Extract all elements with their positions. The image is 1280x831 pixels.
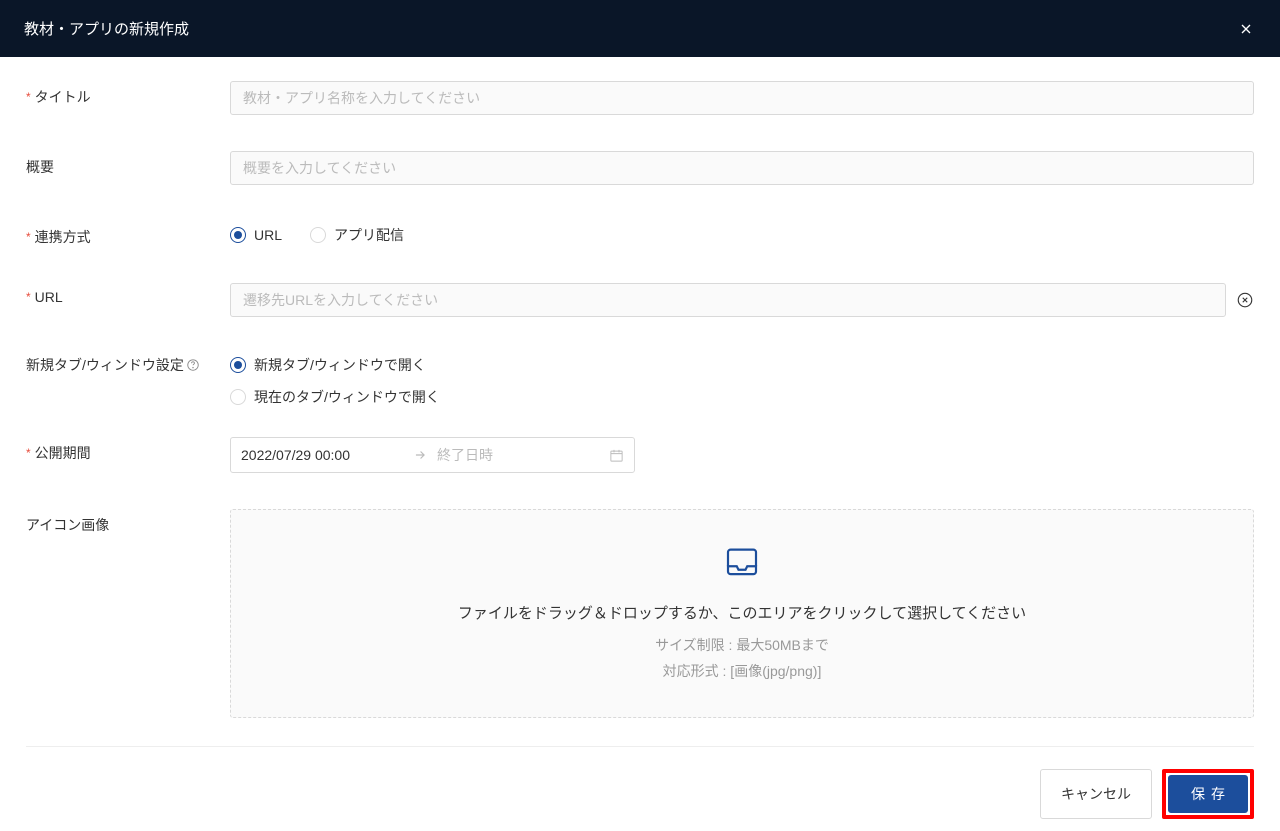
inbox-icon (251, 540, 1233, 582)
radio-icon (230, 227, 246, 243)
field-url-row: * URL (26, 283, 1254, 317)
field-tab-setting-row: 新規タブ/ウィンドウ設定 新規タブ/ウィンドウで開く 現在のタブ/ウィンドウで開… (26, 353, 1254, 407)
date-start-value: 2022/07/29 00:00 (241, 447, 403, 463)
field-period-control: 2022/07/29 00:00 終了日時 (230, 437, 1254, 473)
radio-icon (230, 389, 246, 405)
required-marker: * (26, 290, 31, 304)
radio-new-tab[interactable]: 新規タブ/ウィンドウで開く (230, 355, 1254, 375)
required-marker: * (26, 90, 31, 104)
date-range-picker[interactable]: 2022/07/29 00:00 終了日時 (230, 437, 635, 473)
radio-current-tab[interactable]: 現在のタブ/ウィンドウで開く (230, 387, 1254, 407)
arrow-right-icon (413, 448, 427, 462)
save-button-highlight: 保存 (1162, 769, 1254, 819)
label-text: タイトル (35, 87, 91, 107)
label-text: アイコン画像 (26, 515, 109, 535)
radio-icon (230, 357, 246, 373)
radio-label-text: アプリ配信 (334, 225, 404, 245)
field-icon-control: ファイルをドラッグ＆ドロップするか、このエリアをクリックして選択してください サ… (230, 509, 1254, 718)
cancel-button[interactable]: キャンセル (1040, 769, 1152, 819)
circle-x-icon (1236, 291, 1254, 309)
label-text: 概要 (26, 157, 54, 177)
url-input[interactable] (230, 283, 1226, 317)
radio-url[interactable]: URL (230, 225, 282, 245)
dropzone-main-text: ファイルをドラッグ＆ドロップするか、このエリアをクリックして選択してください (251, 602, 1233, 623)
label-text: 新規タブ/ウィンドウ設定 (26, 355, 184, 375)
dropzone-format-text: 対応形式 : [画像(jpg/png)] (251, 661, 1233, 681)
field-title-control (230, 81, 1254, 115)
field-url-label: * URL (26, 283, 230, 305)
calendar-icon (609, 448, 624, 463)
dropzone-size-text: サイズ制限 : 最大50MBまで (251, 635, 1233, 655)
field-title-row: * タイトル (26, 81, 1254, 115)
modal-header: 教材・アプリの新規作成 (0, 0, 1280, 57)
field-title-label: * タイトル (26, 81, 230, 107)
tab-setting-radio-group: 新規タブ/ウィンドウで開く 現在のタブ/ウィンドウで開く (230, 353, 1254, 407)
field-icon-label: アイコン画像 (26, 509, 230, 535)
clear-url-button[interactable] (1236, 291, 1254, 309)
date-end-placeholder: 終了日時 (437, 445, 599, 465)
field-icon-row: アイコン画像 ファイルをドラッグ＆ドロップするか、このエリアをクリックして選択し… (26, 509, 1254, 718)
field-link-method-label: * 連携方式 (26, 221, 230, 247)
radio-app[interactable]: アプリ配信 (310, 225, 404, 245)
field-overview-row: 概要 (26, 151, 1254, 185)
field-period-row: * 公開期間 2022/07/29 00:00 終了日時 (26, 437, 1254, 473)
close-icon (1238, 21, 1254, 37)
field-period-label: * 公開期間 (26, 437, 230, 463)
radio-label-text: 新規タブ/ウィンドウで開く (254, 355, 426, 375)
file-dropzone[interactable]: ファイルをドラッグ＆ドロップするか、このエリアをクリックして選択してください サ… (230, 509, 1254, 718)
required-marker: * (26, 446, 31, 460)
label-text: 公開期間 (35, 443, 91, 463)
overview-input[interactable] (230, 151, 1254, 185)
field-link-method-control: URL アプリ配信 (230, 221, 1254, 245)
radio-icon (310, 227, 326, 243)
form-body: * タイトル 概要 * 連携方式 URL ア (0, 57, 1280, 747)
label-text: 連携方式 (35, 227, 91, 247)
field-tab-setting-control: 新規タブ/ウィンドウで開く 現在のタブ/ウィンドウで開く (230, 353, 1254, 407)
modal-title: 教材・アプリの新規作成 (24, 18, 189, 39)
required-marker: * (26, 230, 31, 244)
radio-label-text: 現在のタブ/ウィンドウで開く (254, 387, 440, 407)
field-link-method-row: * 連携方式 URL アプリ配信 (26, 221, 1254, 247)
field-url-control (230, 283, 1254, 317)
field-overview-label: 概要 (26, 151, 230, 177)
title-input[interactable] (230, 81, 1254, 115)
link-method-radio-group: URL アプリ配信 (230, 221, 1254, 245)
field-overview-control (230, 151, 1254, 185)
label-text: URL (35, 289, 63, 305)
save-button[interactable]: 保存 (1168, 775, 1248, 813)
field-tab-setting-label: 新規タブ/ウィンドウ設定 (26, 353, 230, 375)
radio-label-text: URL (254, 227, 282, 243)
modal-footer: キャンセル 保存 (0, 747, 1280, 831)
close-button[interactable] (1236, 19, 1256, 39)
help-icon[interactable] (186, 358, 200, 372)
